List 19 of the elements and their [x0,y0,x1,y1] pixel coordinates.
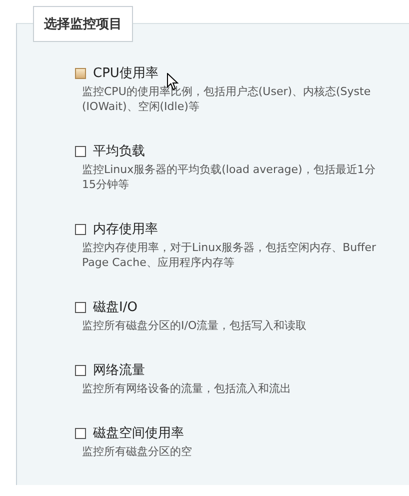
item-description: 监控所有磁盘分区的I/O流量，包括写入和读取 [82,318,308,333]
checkbox-label[interactable]: 网络流量 [93,361,145,379]
item-description: 监控CPU的使用率比例，包括用户态(User)、内核态(Syste (IOWait)、空闲(Idle)等 [82,84,372,114]
checkbox[interactable] [75,146,86,156]
checkbox[interactable] [75,68,86,78]
checkbox-label[interactable]: CPU使用率 [93,64,158,82]
checkbox[interactable] [75,224,86,234]
item-description: 监控内存使用率，对于Linux服务器，包括空闲内存、Buffer Page Cache、应用程序内存等 [82,240,378,270]
checkbox[interactable] [75,302,86,312]
item-description: 监控所有网络设备的流量，包括流入和流出 [82,381,292,396]
checkbox-label[interactable]: 内存使用率 [93,220,158,238]
checkbox[interactable] [75,428,86,438]
checkbox-label[interactable]: 磁盘I/O [93,298,138,316]
item-description: 监控所有磁盘分区的空 [82,444,193,459]
group-title: 选择监控项目 [33,6,133,42]
checkbox-label[interactable]: 磁盘空间使用率 [93,424,184,442]
checkbox[interactable] [75,364,86,376]
checkbox-label[interactable]: 平均负载 [93,142,145,160]
item-description: 监控Linux服务器的平均负载(load average)，包括最近1分 15分钟等 [82,162,376,192]
